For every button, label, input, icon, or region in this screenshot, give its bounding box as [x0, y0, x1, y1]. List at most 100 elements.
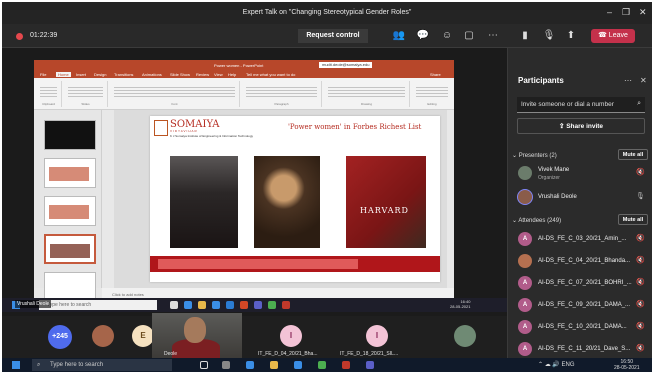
ppt-tab[interactable]: Transitions	[114, 72, 133, 77]
store-icon[interactable]	[294, 361, 302, 369]
chrome-icon[interactable]	[318, 361, 326, 369]
ribbon-group-font: Font	[110, 81, 240, 107]
leave-button[interactable]: ☎ Leave	[591, 29, 635, 43]
ppt-ribbon: Clipboard Slides Font Paragraph Drawing …	[34, 78, 454, 110]
meeting-timer: 01:22:39	[30, 32, 58, 39]
ppt-share[interactable]: Share	[430, 72, 441, 77]
minimize-button[interactable]: –	[607, 7, 612, 17]
mic-muted-icon: 🔇	[636, 257, 645, 264]
ppt-tab[interactable]: Slide Show	[170, 72, 190, 77]
ribbon-group-editing: Editing	[412, 81, 452, 107]
mute-all-button[interactable]: Mute all	[618, 214, 648, 225]
participants-icon[interactable]: 👥	[392, 29, 406, 43]
recording-icon	[16, 33, 23, 40]
folder-icon	[198, 301, 206, 309]
request-control-button[interactable]: Request control	[298, 29, 368, 43]
ppt-tab[interactable]: Help	[228, 72, 236, 77]
presenter-name-label: Vrushali Deole	[15, 300, 52, 308]
avatar	[518, 254, 532, 268]
participants-panel: Participants ⋯ ✕ Invite someone or dial …	[507, 48, 652, 358]
shared-taskbar-search: Type here to search	[39, 300, 157, 310]
ppt-file-title: Power women - PowerPoint	[214, 63, 264, 68]
shared-screen-area: Power women - PowerPoint mudit.deole@som…	[2, 48, 507, 316]
avatar: A	[518, 342, 532, 356]
chat-icon[interactable]: 💬	[416, 29, 430, 43]
participant-row[interactable]: AI-DS_FE_C_04_20/21_Bhanda... 🔇	[518, 252, 650, 272]
phone-icon: ☎	[598, 32, 607, 39]
photo-woman-black-gown	[170, 156, 238, 248]
slide-thumbnail[interactable]	[44, 196, 96, 226]
participant-row[interactable]: A AI-DS_FE_C_07_20/21_BOHRI_... 🔇	[518, 274, 650, 294]
slide-thumbnail-selected[interactable]	[44, 234, 96, 264]
taskbar-search-input[interactable]: ⌕ Type here to search	[32, 359, 172, 371]
ppt-tell-me[interactable]: Tell me what you want to do	[246, 72, 295, 77]
participant-avatar-i: I	[280, 325, 302, 347]
app-icon[interactable]	[342, 361, 350, 369]
ppt-tab[interactable]: Insert	[76, 72, 86, 77]
participant-row[interactable]: A AI-DS_FE_C_11_20/21_Dave_S... 🔇	[518, 340, 650, 360]
presenters-header[interactable]: ⌄ Presenters (2)	[512, 152, 557, 159]
more-options-icon[interactable]: ⋯	[624, 76, 632, 85]
video-name-label: Deole	[164, 351, 178, 357]
slide-thumbnails	[34, 110, 102, 302]
participant-avatar-i: I	[366, 325, 388, 347]
participant-row[interactable]: Vivek Mane Organizer 🔇	[518, 164, 650, 184]
close-button[interactable]: ✕	[639, 7, 647, 18]
ppt-tab[interactable]: Review	[196, 72, 209, 77]
invite-input[interactable]: Invite someone or dial a number ⌕	[517, 97, 645, 113]
more-actions-icon[interactable]: ⋯	[486, 29, 500, 43]
close-icon[interactable]: ✕	[640, 76, 647, 85]
mic-muted-icon: 🔇	[636, 323, 645, 330]
share-tray-icon[interactable]: ⬆	[564, 29, 578, 43]
institute-name: K J Somaiya Institute of Engineering & I…	[170, 134, 253, 138]
task-view-icon[interactable]	[222, 361, 230, 369]
cortana-icon[interactable]	[200, 361, 208, 369]
mic-on-icon: 🎙	[636, 193, 645, 200]
overflow-participants-button[interactable]: +245	[48, 325, 72, 349]
camera-off-icon[interactable]: ▮	[518, 29, 532, 43]
system-tray[interactable]: ⌃ ☁ 🔊 ENG	[538, 361, 575, 368]
mic-muted-icon: 🔇	[636, 169, 645, 176]
participant-row[interactable]: A AI-DS_FE_C_09_20/21_DAMA_... 🔇	[518, 296, 650, 316]
ppt-tab[interactable]: File	[40, 72, 46, 77]
slide-thumbnail[interactable]	[44, 120, 96, 150]
participant-row[interactable]: Vrushali Deole 🎙	[518, 188, 650, 208]
avatar: A	[518, 320, 532, 334]
taskbar-clock[interactable]: 16:50 28-05-2021	[614, 359, 640, 371]
participant-avatar	[92, 325, 114, 347]
title-bar: Expert Talk on "Changing Stereotypical G…	[2, 2, 652, 24]
avatar: A	[518, 298, 532, 312]
speaker-face	[184, 317, 206, 343]
reactions-icon[interactable]: ☺	[440, 29, 454, 43]
mute-all-button[interactable]: Mute all	[618, 149, 648, 160]
language-indicator: ENG	[561, 362, 575, 368]
photo-woman-with-trophy	[254, 156, 320, 248]
mic-off-icon[interactable]: 🎙	[542, 29, 556, 43]
avatar	[518, 166, 532, 180]
participant-row[interactable]: A AI-DS_FE_C_03_20/21_Amin_... 🔇	[518, 230, 650, 250]
participant-row[interactable]: A AI-DS_FE_C_10_20/21_DAMA... 🔇	[518, 318, 650, 338]
window-title: Expert Talk on "Changing Stereotypical G…	[242, 9, 412, 16]
teams-icon[interactable]	[366, 361, 374, 369]
start-button[interactable]	[12, 361, 20, 369]
powerpoint-window: Power women - PowerPoint mudit.deole@som…	[34, 60, 454, 312]
ppt-tab[interactable]: Design	[94, 72, 106, 77]
participant-video: Deole	[152, 313, 242, 359]
rooms-icon[interactable]: ▢	[462, 29, 476, 43]
attendees-header[interactable]: ⌄ Attendees (249)	[512, 217, 561, 224]
slide-thumbnail[interactable]	[44, 158, 96, 188]
avatar: A	[518, 276, 532, 290]
edge-icon[interactable]	[246, 361, 254, 369]
powerpoint-icon	[240, 301, 248, 309]
folder-icon[interactable]	[270, 361, 278, 369]
leave-label: Leave	[608, 32, 628, 39]
slide-footer-band	[150, 256, 440, 272]
ppt-tab[interactable]: Home	[56, 72, 71, 77]
logo-subtitle: VIDYAVIHAR	[170, 129, 198, 133]
ribbon-group-clipboard: Clipboard	[36, 81, 62, 107]
share-invite-button[interactable]: ⇪ Share invite	[517, 118, 645, 134]
ppt-tab[interactable]: Animations	[142, 72, 162, 77]
meeting-controls-bar: 01:22:39 Request control 👥 💬 ☺ ▢ ⋯ ▮ 🎙 ⬆…	[2, 24, 652, 48]
maximize-button[interactable]: ❐	[622, 7, 630, 18]
ppt-tab[interactable]: View	[214, 72, 223, 77]
